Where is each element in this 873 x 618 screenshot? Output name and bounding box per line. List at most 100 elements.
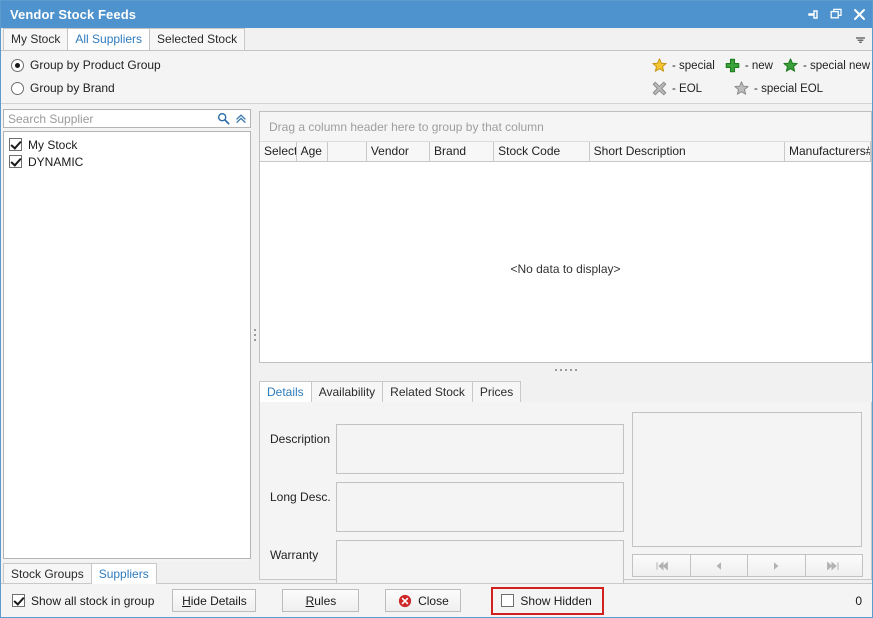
search-icon[interactable]: [214, 110, 232, 127]
legend-special-new-label: - special new: [803, 60, 870, 72]
splitter-grip-icon: [555, 369, 577, 371]
window-title: Vendor Stock Feeds: [1, 7, 136, 22]
bottom-bar: Show all stock in group Hide Details Rul…: [1, 583, 872, 617]
column-header-age[interactable]: Age: [297, 142, 329, 161]
checkbox-show-hidden[interactable]: [501, 594, 514, 607]
tab-stock-groups[interactable]: Stock Groups: [3, 563, 92, 584]
radio-group-by-product-group[interactable]: Group by Product Group: [11, 58, 161, 72]
first-record-button[interactable]: [632, 554, 691, 577]
list-item[interactable]: My Stock: [9, 136, 250, 153]
legend-special-label: - special: [672, 60, 715, 72]
star-yellow-icon: [651, 57, 668, 74]
checkbox-show-all-stock-in-group[interactable]: Show all stock in group: [12, 594, 154, 608]
legend-row-2: - EOL - special EOL: [651, 77, 871, 100]
tab-my-stock[interactable]: My Stock: [3, 28, 68, 50]
hide-details-label-rest: ide Details: [191, 594, 247, 608]
legend-row-1: - special - new - special new: [651, 54, 871, 77]
column-header-select[interactable]: Select: [260, 142, 297, 161]
left-tabstrip: Stock Groups Suppliers: [1, 562, 251, 584]
legend-special: - special: [651, 57, 715, 74]
close-button[interactable]: Close: [385, 589, 461, 612]
grid-empty-message: <No data to display>: [260, 262, 871, 276]
close-icon[interactable]: [849, 5, 869, 25]
legend-new: - new: [724, 57, 773, 74]
horizontal-splitter[interactable]: [259, 364, 872, 376]
label-warranty: Warranty: [270, 548, 318, 562]
column-header-manufacturers[interactable]: Manufacturers#: [785, 142, 871, 161]
product-image-preview: [632, 412, 862, 547]
tab-availability[interactable]: Availability: [311, 381, 383, 402]
radio-product-group-indicator: [11, 59, 24, 72]
legend-eol: - EOL: [651, 80, 702, 97]
checkbox-my-stock[interactable]: [9, 138, 22, 151]
detail-panel: Details Availability Related Stock Price…: [259, 380, 872, 580]
stock-grid: Drag a column header here to group by th…: [259, 111, 872, 363]
legend-new-label: - new: [745, 60, 773, 72]
rules-accel: R: [306, 594, 315, 608]
supplier-list[interactable]: My Stock DYNAMIC: [3, 131, 251, 559]
show-all-stock-label: Show all stock in group: [31, 594, 154, 608]
last-record-button[interactable]: [805, 554, 864, 577]
checkbox-dynamic[interactable]: [9, 155, 22, 168]
plus-green-icon: [724, 57, 741, 74]
record-count: 0: [855, 594, 862, 608]
legend-special-eol-label: - special EOL: [754, 83, 823, 95]
hide-details-button[interactable]: Hide Details: [172, 589, 256, 612]
legend-eol-label: - EOL: [672, 83, 702, 95]
show-hidden-highlight[interactable]: Show Hidden: [491, 587, 603, 615]
radio-brand-label: Group by Brand: [30, 81, 115, 95]
column-header-short-description[interactable]: Short Description: [590, 142, 785, 161]
radio-group-by-brand[interactable]: Group by Brand: [11, 81, 115, 95]
input-long-description[interactable]: [336, 482, 624, 532]
column-header-stock-code[interactable]: Stock Code: [494, 142, 590, 161]
title-bar: Vendor Stock Feeds: [1, 1, 872, 28]
cross-gray-icon: [651, 80, 668, 97]
legend-special-new: - special new: [782, 57, 870, 74]
tab-overflow-chevron-icon[interactable]: [852, 30, 868, 50]
close-button-label: Close: [418, 594, 449, 608]
search-supplier-box[interactable]: [3, 109, 251, 128]
list-item-label: DYNAMIC: [28, 155, 83, 169]
column-header-vendor[interactable]: Vendor: [367, 142, 430, 161]
restore-icon[interactable]: [826, 5, 846, 25]
next-record-button[interactable]: [747, 554, 806, 577]
show-hidden-label: Show Hidden: [520, 594, 591, 608]
radio-brand-indicator: [11, 82, 24, 95]
list-item-label: My Stock: [28, 138, 77, 152]
tab-prices[interactable]: Prices: [472, 381, 521, 402]
main-tabstrip: My Stock All Suppliers Selected Stock: [1, 28, 872, 51]
legend: - special - new - special new - EOL - sp…: [651, 54, 871, 100]
tab-all-suppliers[interactable]: All Suppliers: [67, 28, 150, 50]
radio-product-group-label: Group by Product Group: [30, 58, 161, 72]
previous-record-button[interactable]: [690, 554, 749, 577]
tab-details[interactable]: Details: [259, 381, 312, 402]
tab-selected-stock[interactable]: Selected Stock: [149, 28, 245, 50]
tab-related-stock[interactable]: Related Stock: [382, 381, 473, 402]
hide-details-accel: H: [182, 594, 191, 608]
rules-label-rest: ules: [314, 594, 336, 608]
detail-tabstrip: Details Availability Related Stock Price…: [259, 380, 872, 402]
rules-button[interactable]: Rules: [282, 589, 359, 612]
input-description[interactable]: [336, 424, 624, 474]
list-item[interactable]: DYNAMIC: [9, 153, 250, 170]
grid-header-row: Select Age Vendor Brand Stock Code Short…: [260, 142, 871, 162]
column-header-brand[interactable]: Brand: [430, 142, 494, 161]
legend-special-eol: - special EOL: [733, 80, 823, 97]
close-circle-icon: [398, 594, 412, 608]
pin-icon[interactable]: [803, 5, 823, 25]
column-header-blank[interactable]: [328, 142, 366, 161]
grid-body: <No data to display>: [260, 162, 871, 361]
label-description: Description: [270, 432, 330, 446]
record-navigator: [632, 554, 862, 577]
detail-body: Description Long Desc. Warranty: [259, 402, 872, 580]
show-all-stock-indicator: [12, 594, 25, 607]
search-input[interactable]: [4, 110, 214, 127]
star-gray-icon: [733, 80, 750, 97]
group-by-dropzone[interactable]: Drag a column header here to group by th…: [260, 112, 871, 142]
collapse-chevron-icon[interactable]: [232, 110, 250, 127]
splitter-grip-icon: [254, 329, 256, 341]
vendor-stock-feeds-window: Vendor Stock Feeds My Stock All Supplier…: [0, 0, 873, 618]
vertical-splitter[interactable]: [251, 111, 259, 559]
star-green-icon: [782, 57, 799, 74]
tab-suppliers[interactable]: Suppliers: [91, 563, 157, 584]
